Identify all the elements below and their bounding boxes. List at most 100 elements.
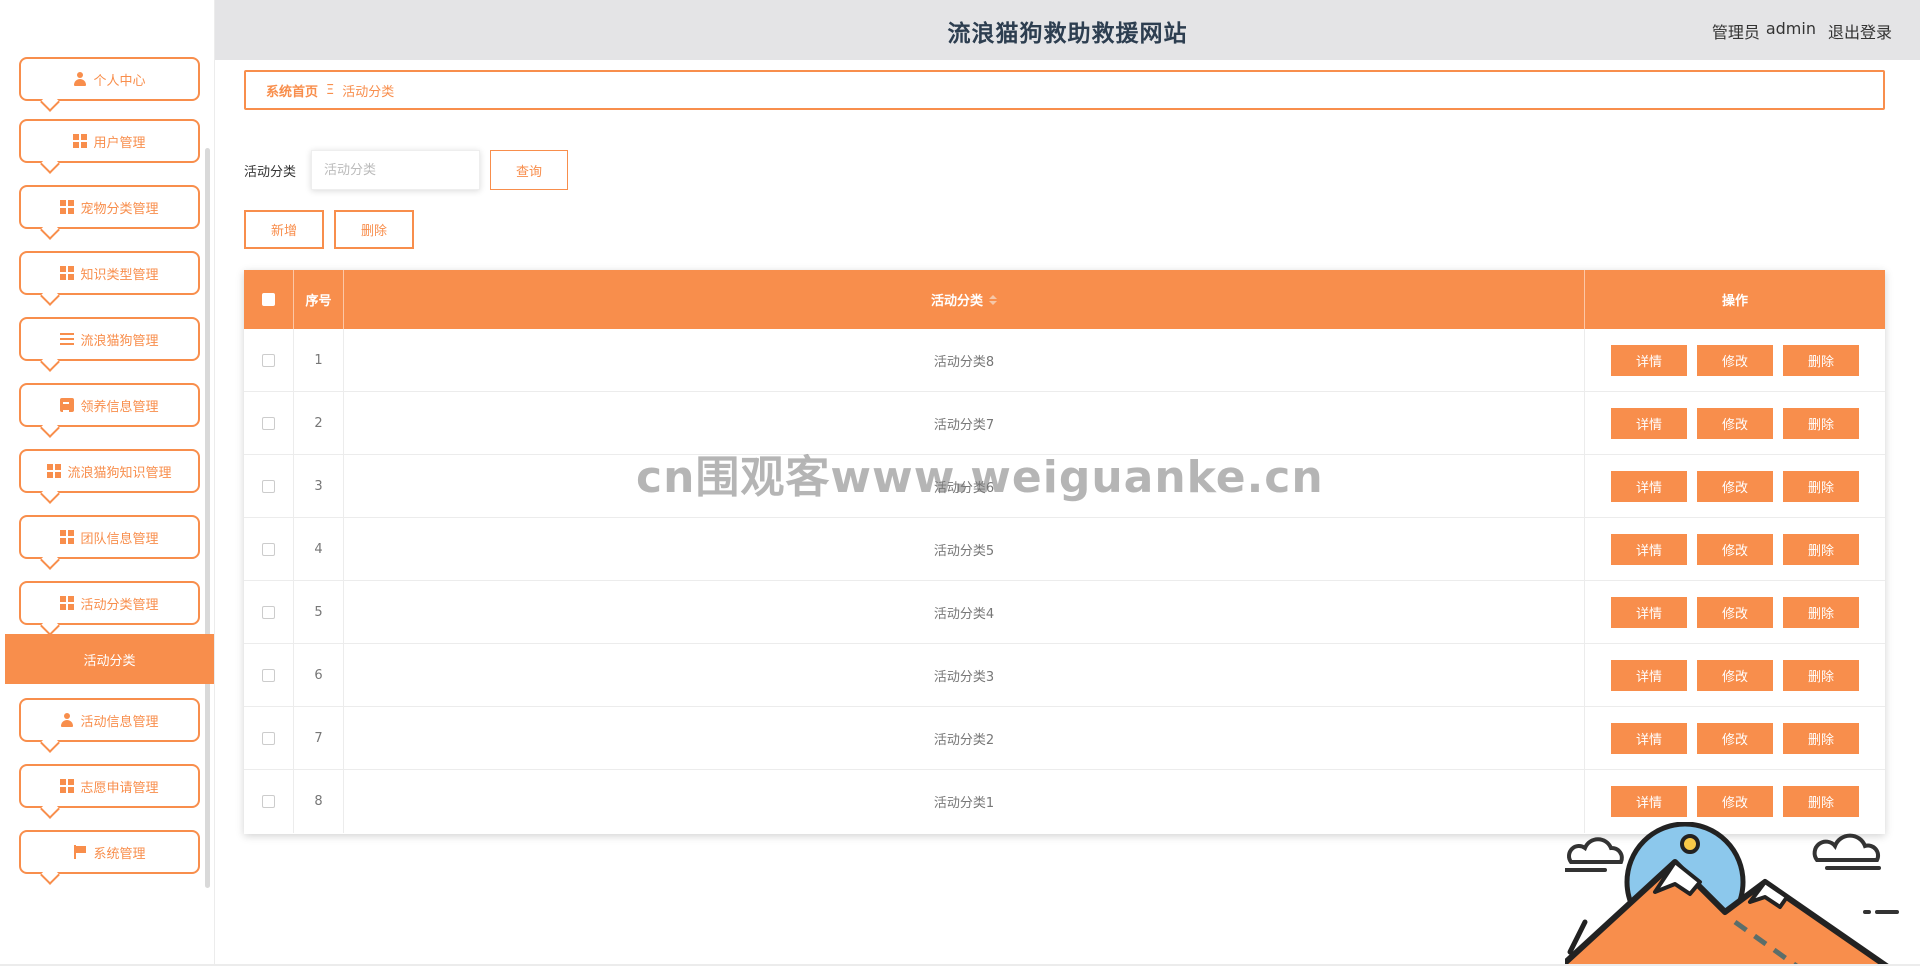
- row-number: 6: [294, 644, 344, 707]
- sidebar-item-team-info[interactable]: 团队信息管理: [19, 515, 200, 570]
- sidebar-item-system-management[interactable]: 系统管理: [19, 830, 200, 885]
- edit-button[interactable]: 修改: [1697, 534, 1773, 565]
- column-header-label: 活动分类: [930, 294, 983, 309]
- grid-icon: [60, 779, 75, 793]
- row-number: 7: [294, 707, 344, 770]
- sidebar-item-label: 知识类型管理: [80, 267, 159, 283]
- username: admin: [1765, 19, 1816, 38]
- sidebar-item-personal-center[interactable]: 个人中心: [19, 57, 200, 112]
- breadcrumb-separator: Ξ: [326, 82, 335, 98]
- sidebar-item-label: 活动信息管理: [80, 714, 159, 730]
- detail-button[interactable]: 详情: [1611, 408, 1687, 439]
- row-number: 3: [294, 455, 344, 518]
- detail-button[interactable]: 详情: [1611, 723, 1687, 754]
- column-header-category[interactable]: 活动分类: [344, 270, 1585, 329]
- column-header-no: 序号: [294, 270, 344, 329]
- row-category-name: 活动分类4: [344, 581, 1585, 644]
- row-checkbox[interactable]: [262, 732, 275, 745]
- row-category-name: 活动分类3: [344, 644, 1585, 707]
- delete-button[interactable]: 删除: [1783, 471, 1859, 502]
- row-checkbox[interactable]: [262, 795, 275, 808]
- header-checkbox-cell: [244, 270, 294, 329]
- edit-button[interactable]: 修改: [1697, 786, 1773, 817]
- delete-button[interactable]: 删除: [1783, 534, 1859, 565]
- sort-icon[interactable]: [989, 294, 997, 305]
- list-icon: [60, 332, 75, 346]
- grid-icon: [60, 266, 75, 280]
- delete-button[interactable]: 删除: [1783, 786, 1859, 817]
- select-all-checkbox[interactable]: [262, 293, 275, 306]
- grid-icon: [73, 134, 88, 148]
- sidebar-item-activity-category[interactable]: 活动分类管理: [19, 581, 200, 636]
- edit-button[interactable]: 修改: [1697, 723, 1773, 754]
- table-row: 4 活动分类5 详情 修改 删除: [244, 518, 1885, 581]
- breadcrumb: 系统首页 Ξ 活动分类: [244, 70, 1885, 110]
- row-checkbox[interactable]: [262, 543, 275, 556]
- sidebar-item-knowledge-type[interactable]: 知识类型管理: [19, 251, 200, 306]
- sidebar-item-stray-animals[interactable]: 流浪猫狗管理: [19, 317, 200, 372]
- edit-button[interactable]: 修改: [1697, 345, 1773, 376]
- sidebar-item-label: 活动分类管理: [80, 597, 159, 613]
- row-category-name: 活动分类8: [344, 329, 1585, 392]
- sidebar-item-pet-category[interactable]: 宠物分类管理: [19, 185, 200, 240]
- grid-icon: [47, 464, 62, 478]
- detail-button[interactable]: 详情: [1611, 345, 1687, 376]
- add-button[interactable]: 新增: [244, 210, 324, 249]
- delete-button[interactable]: 删除: [1783, 660, 1859, 691]
- sidebar-item-label: 志愿申请管理: [80, 780, 159, 796]
- delete-button[interactable]: 删除: [1783, 408, 1859, 439]
- table-row: 5 活动分类4 详情 修改 删除: [244, 581, 1885, 644]
- sidebar-item-label: 系统管理: [93, 846, 146, 862]
- row-number: 1: [294, 329, 344, 392]
- sidebar-item-label: 流浪猫狗管理: [80, 333, 159, 349]
- sidebar-item-adoption-info[interactable]: 领养信息管理: [19, 383, 200, 438]
- detail-button[interactable]: 详情: [1611, 471, 1687, 502]
- user-icon: [60, 713, 74, 727]
- sidebar-item-activity-info[interactable]: 活动信息管理: [19, 698, 200, 753]
- edit-button[interactable]: 修改: [1697, 471, 1773, 502]
- row-checkbox[interactable]: [262, 669, 275, 682]
- delete-button[interactable]: 删除: [1783, 723, 1859, 754]
- row-checkbox[interactable]: [262, 354, 275, 367]
- table-row: 1 活动分类8 详情 修改 删除: [244, 329, 1885, 392]
- sidebar-item-volunteer-application[interactable]: 志愿申请管理: [19, 764, 200, 819]
- detail-button[interactable]: 详情: [1611, 597, 1687, 628]
- row-checkbox[interactable]: [262, 480, 275, 493]
- grid-icon: [60, 530, 75, 544]
- sidebar-item-user-management[interactable]: 用户管理: [19, 119, 200, 174]
- row-checkbox[interactable]: [262, 606, 275, 619]
- sidebar-scrollbar[interactable]: [205, 148, 210, 888]
- sidebar-item-label: 宠物分类管理: [80, 201, 159, 217]
- row-number: 5: [294, 581, 344, 644]
- breadcrumb-home[interactable]: 系统首页: [266, 81, 318, 100]
- row-category-name: 活动分类1: [344, 770, 1585, 833]
- role-label: 管理员: [1711, 23, 1760, 42]
- sidebar-item-label: 用户管理: [93, 135, 146, 151]
- mountain-illustration: [1565, 822, 1899, 966]
- edit-button[interactable]: 修改: [1697, 408, 1773, 439]
- sidebar-subitem-activity-category[interactable]: 活动分类: [5, 634, 214, 684]
- logout-link[interactable]: 退出登录: [1828, 19, 1892, 43]
- column-header-actions: 操作: [1721, 294, 1748, 309]
- flag-icon: [73, 845, 87, 859]
- query-button[interactable]: 查询: [490, 150, 568, 190]
- row-number: 2: [294, 392, 344, 455]
- detail-button[interactable]: 详情: [1611, 786, 1687, 817]
- sidebar-item-stray-knowledge[interactable]: 流浪猫狗知识管理: [19, 449, 200, 504]
- row-checkbox[interactable]: [262, 417, 275, 430]
- edit-button[interactable]: 修改: [1697, 597, 1773, 628]
- search-input[interactable]: [311, 150, 480, 190]
- batch-delete-button[interactable]: 删除: [334, 210, 414, 249]
- detail-button[interactable]: 详情: [1611, 534, 1687, 565]
- user-icon: [73, 72, 87, 86]
- header-user-area: 管理员 admin 退出登录: [1712, 19, 1892, 43]
- delete-button[interactable]: 删除: [1783, 345, 1859, 376]
- sidebar-item-label: 团队信息管理: [80, 531, 159, 547]
- sidebar-item-label: 领养信息管理: [80, 399, 159, 415]
- clipboard-icon: [60, 398, 75, 412]
- cloud-icon: [1565, 837, 1624, 872]
- table-row: 7 活动分类2 详情 修改 删除: [244, 707, 1885, 770]
- detail-button[interactable]: 详情: [1611, 660, 1687, 691]
- delete-button[interactable]: 删除: [1783, 597, 1859, 628]
- edit-button[interactable]: 修改: [1697, 660, 1773, 691]
